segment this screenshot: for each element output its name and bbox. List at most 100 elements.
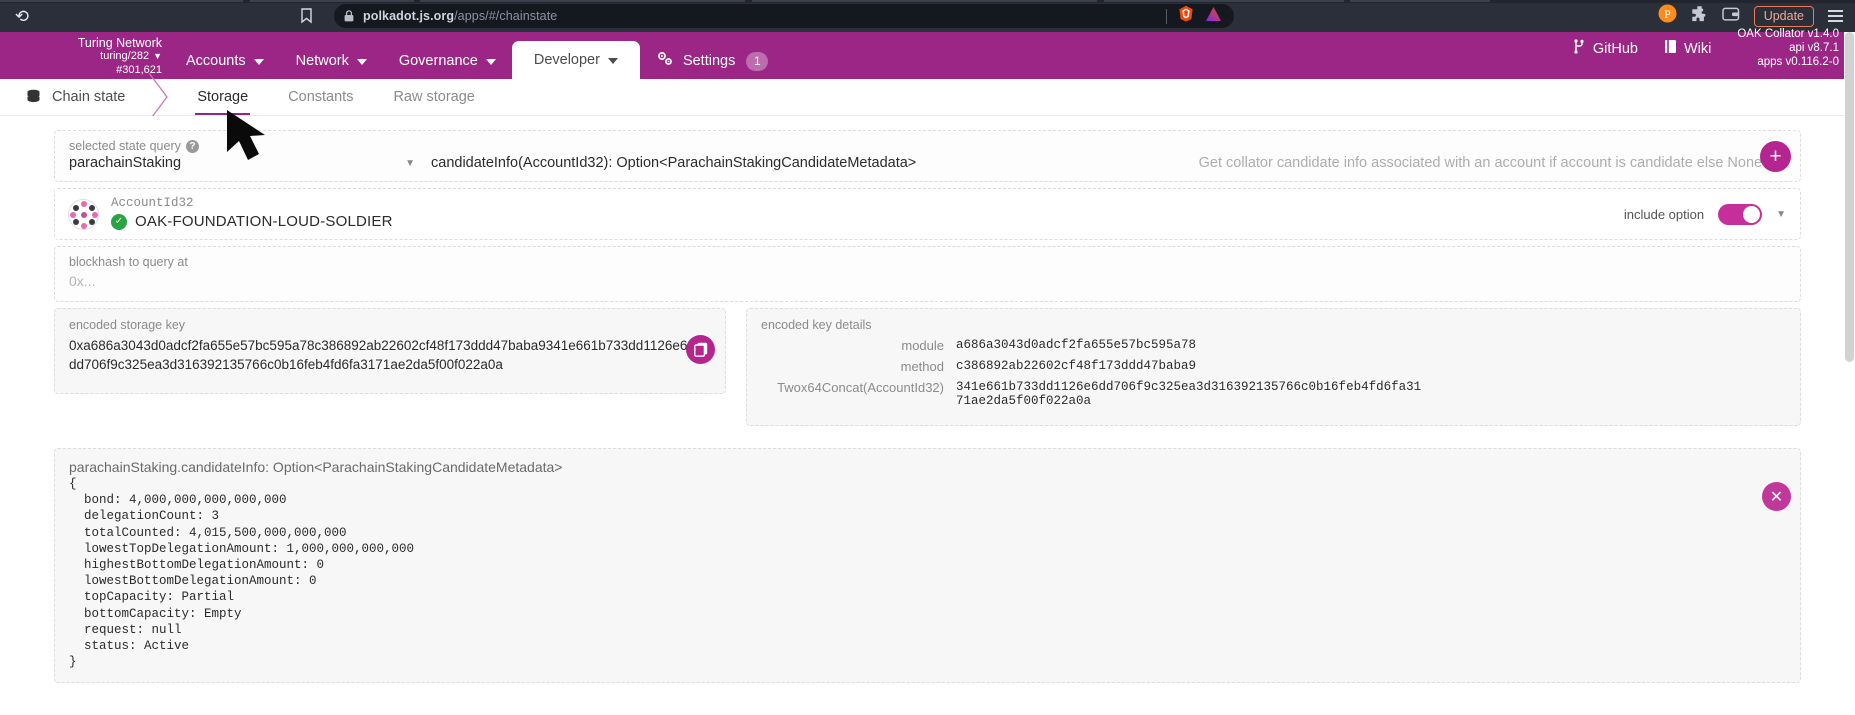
- chain-node: turing/282: [100, 50, 150, 62]
- account-input-panel: AccountId32 ✓ OAK-FOUNDATION-LOUD-SOLDIE…: [54, 188, 1801, 240]
- brave-lion-icon[interactable]: [1178, 5, 1194, 27]
- page-scrollbar[interactable]: [1844, 32, 1855, 715]
- detail-key: method: [900, 359, 944, 374]
- puzzle-extension-icon[interactable]: [1691, 5, 1708, 27]
- nav-label: Governance: [398, 53, 478, 69]
- tab-raw-storage[interactable]: Raw storage: [373, 79, 494, 115]
- chevron-down-icon: [607, 58, 618, 64]
- blockhash-label: blockhash to query at: [69, 255, 188, 269]
- help-circle-icon[interactable]: ?: [185, 139, 199, 153]
- collator-version: OAK Collator v1.4.0: [1737, 28, 1839, 40]
- tab-storage[interactable]: Storage: [177, 79, 268, 115]
- url-path: /apps/#/chainstate: [454, 9, 558, 23]
- bookmark-icon[interactable]: [292, 2, 320, 30]
- nav-label: Accounts: [186, 53, 246, 69]
- breadcrumb-chain-state[interactable]: Chain state: [0, 79, 143, 115]
- github-link[interactable]: GitHub: [1573, 39, 1638, 58]
- section-tab-bar: Chain state Storage Constants Raw storag…: [0, 73, 1855, 121]
- nav-items: Accounts Network Governance Developer Se…: [170, 32, 784, 79]
- nav-label: Settings: [682, 53, 736, 69]
- query-result-panel: parachainStaking.candidateInfo: Option<P…: [54, 448, 1801, 684]
- settings-badge: 1: [746, 51, 769, 71]
- method-dropdown[interactable]: candidateInfo(AccountId32): Option<Parac…: [421, 155, 1786, 171]
- chevron-down-icon: [356, 59, 367, 65]
- nav-right-links: GitHub Wiki OAK Collator v1.4.0 api v8.7…: [1573, 27, 1855, 79]
- chevron-down-icon[interactable]: ▼: [1776, 209, 1786, 220]
- breadcrumb-separator: [143, 73, 177, 121]
- scrollbar-thumb[interactable]: [1845, 32, 1854, 362]
- url-text: polkadot.js.org/apps/#/chainstate: [363, 9, 557, 23]
- chain-block-number: #301,621: [116, 63, 162, 76]
- nav-label: Developer: [533, 52, 600, 68]
- key-detail-row: module a686a3043d0adcf2fa655e57bc595a78: [761, 338, 1786, 353]
- chain-name: Turing Network: [77, 35, 162, 50]
- url-domain: polkadot.js.org: [363, 9, 455, 23]
- chevron-down-icon: [253, 59, 264, 65]
- polkadot-identicon: [67, 198, 99, 230]
- address-bar[interactable]: polkadot.js.org/apps/#/chainstate: [334, 4, 1234, 28]
- nav-label: Network: [295, 53, 349, 69]
- account-name: OAK-FOUNDATION-LOUD-SOLDIER: [135, 213, 393, 230]
- reload-icon[interactable]: ⟳: [8, 2, 36, 30]
- tab-label: Raw storage: [393, 89, 475, 105]
- account-details: AccountId32 ✓ OAK-FOUNDATION-LOUD-SOLDIE…: [111, 189, 1624, 239]
- include-option-toggle[interactable]: [1718, 203, 1763, 225]
- apps-version: apps v0.116.2-0: [1757, 56, 1839, 68]
- chain-state-page: selected state query ? parachainStaking …: [0, 116, 1855, 684]
- blockhash-input[interactable]: 0x...: [69, 273, 1786, 289]
- account-type-label: AccountId32: [111, 196, 194, 210]
- include-option-label: include option: [1623, 206, 1705, 222]
- chevron-down-icon: ▼: [405, 157, 415, 169]
- detail-value: 341e661b733dd1126e6dd706f9c325ea3d316392…: [956, 380, 1422, 408]
- tab-label: Constants: [288, 89, 354, 105]
- key-details-label: encoded key details: [761, 318, 872, 332]
- breadcrumb-label: Chain state: [52, 89, 126, 105]
- api-version: api v8.7.1: [1789, 42, 1839, 54]
- wallet-icon[interactable]: [1721, 5, 1740, 27]
- git-branch-icon: [1573, 39, 1586, 58]
- gears-icon: [656, 51, 675, 71]
- key-detail-row: Twox64Concat(AccountId32) 341e661b733dd1…: [761, 380, 1786, 408]
- check-circle-icon: ✓: [111, 213, 127, 230]
- label-text: selected state query: [69, 139, 181, 153]
- module-dropdown[interactable]: parachainStaking ▼: [69, 155, 421, 171]
- wiki-label: Wiki: [1683, 40, 1712, 57]
- chevron-down-icon: ▼: [153, 51, 162, 61]
- detail-key: Twox64Concat(AccountId32): [777, 380, 944, 395]
- state-query-label: selected state query ?: [69, 139, 1786, 153]
- nav-item-developer[interactable]: Developer: [511, 41, 640, 79]
- polkadot-extension-icon[interactable]: P: [1658, 4, 1677, 28]
- encoded-key-label: encoded storage key: [69, 318, 186, 332]
- account-name-row[interactable]: ✓ OAK-FOUNDATION-LOUD-SOLDIER: [111, 213, 1624, 230]
- key-columns: encoded storage key 0xa686a3043d0adcf2fa…: [54, 308, 1801, 426]
- method-hint: Get collator candidate info associated w…: [1198, 155, 1763, 171]
- tab-label: Storage: [197, 89, 249, 105]
- encoded-key-value: 0xa686a3043d0adcf2fa655e57bc595a78c38689…: [69, 338, 688, 372]
- tab-constants[interactable]: Constants: [268, 79, 373, 115]
- detail-value: a686a3043d0adcf2fa655e57bc595a78: [956, 338, 1197, 352]
- book-icon: [1664, 39, 1677, 58]
- detail-key: module: [901, 338, 944, 353]
- browser-extensions: P Update: [1658, 4, 1847, 28]
- add-query-button[interactable]: +: [1760, 141, 1791, 172]
- key-detail-row: method c386892ab22602cf48f173ddd47baba9: [761, 359, 1786, 374]
- state-query-panel: selected state query ? parachainStaking …: [54, 130, 1801, 182]
- nav-item-network[interactable]: Network: [280, 43, 383, 79]
- nav-item-settings[interactable]: Settings 1: [640, 43, 784, 79]
- version-info: OAK Collator v1.4.0 api v8.7.1 apps v0.1…: [1737, 27, 1855, 70]
- lock-icon: [344, 10, 354, 22]
- blockhash-panel: blockhash to query at 0x...: [54, 246, 1801, 302]
- copy-icon[interactable]: [686, 335, 715, 364]
- result-body: { bond: 4,000,000,000,000,000 delegation…: [69, 477, 415, 670]
- wiki-link[interactable]: Wiki: [1664, 39, 1711, 58]
- identicon-container[interactable]: [55, 189, 111, 239]
- nav-item-accounts[interactable]: Accounts: [170, 43, 280, 79]
- app-top-navigation: Turing Network turing/282 ▼ #301,621 Acco…: [0, 28, 1855, 79]
- update-button[interactable]: Update: [1753, 5, 1814, 27]
- encoded-key-details-panel: encoded key details module a686a3043d0ad…: [746, 308, 1801, 426]
- brave-leo-icon[interactable]: [1205, 6, 1222, 27]
- method-value: candidateInfo(AccountId32): Option<Parac…: [431, 155, 917, 171]
- nav-item-governance[interactable]: Governance: [383, 43, 512, 79]
- close-result-button[interactable]: ✕: [1762, 482, 1791, 511]
- hamburger-menu-icon[interactable]: [1828, 10, 1843, 22]
